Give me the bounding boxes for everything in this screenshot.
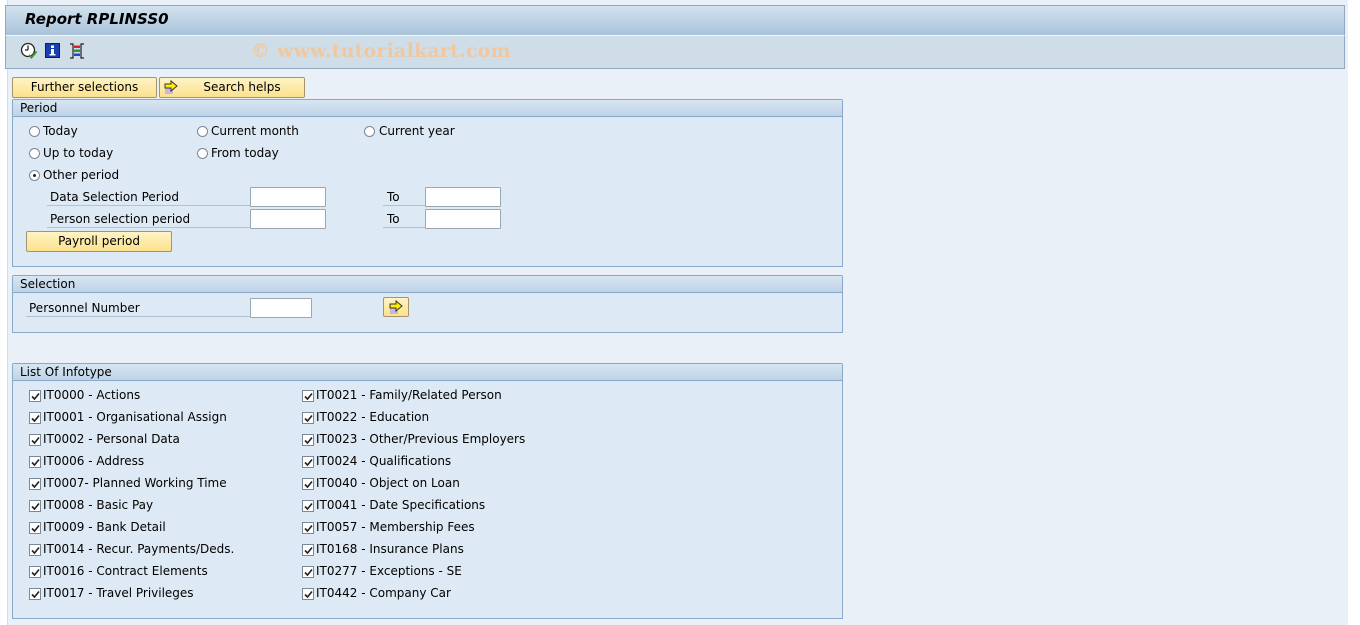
- radio-up-to-today-label: Up to today: [43, 146, 114, 160]
- radio-other-period-label: Other period: [43, 168, 120, 182]
- infotype-label: IT0168 - Insurance Plans: [316, 542, 464, 556]
- data-selection-from-input[interactable]: [250, 187, 326, 207]
- infotype-checkbox[interactable]: [29, 544, 41, 556]
- infotype-checkbox[interactable]: [302, 566, 314, 578]
- payroll-period-label: Payroll period: [58, 234, 140, 248]
- infotype-checkbox[interactable]: [302, 588, 314, 600]
- radio-today[interactable]: [29, 126, 40, 137]
- infotype-label: IT0006 - Address: [43, 454, 145, 468]
- info-icon[interactable]: [44, 42, 62, 60]
- period-group-title: Period: [13, 100, 842, 117]
- infotype-label: IT0009 - Bank Detail: [43, 520, 166, 534]
- radio-other-period[interactable]: [29, 170, 40, 181]
- radio-today-label: Today: [43, 124, 78, 138]
- further-selections-label: Further selections: [30, 80, 139, 94]
- infotype-label: IT0040 - Object on Loan: [316, 476, 460, 490]
- radio-up-to-today[interactable]: [29, 148, 40, 159]
- selection-group: Selection Personnel Number: [12, 275, 843, 333]
- infotype-label: IT0442 - Company Car: [316, 586, 451, 600]
- infotype-checkbox[interactable]: [302, 434, 314, 446]
- infotype-label: IT0041 - Date Specifications: [316, 498, 486, 512]
- payroll-period-button[interactable]: Payroll period: [26, 231, 172, 252]
- infotype-label: IT0057 - Membership Fees: [316, 520, 475, 534]
- infotype-checkbox[interactable]: [29, 478, 41, 490]
- data-selection-to-label: To: [383, 188, 425, 206]
- infotype-checkbox[interactable]: [29, 522, 41, 534]
- data-selection-to-input[interactable]: [425, 187, 501, 207]
- radio-current-month[interactable]: [197, 126, 208, 137]
- period-group: Period Today Current month Current year …: [12, 99, 843, 267]
- personnel-number-label: Personnel Number: [26, 299, 251, 317]
- infotype-checkbox[interactable]: [302, 390, 314, 402]
- personnel-number-input[interactable]: [250, 298, 312, 318]
- selection-options-icon[interactable]: [68, 42, 86, 60]
- infotype-label: IT0024 - Qualifications: [316, 454, 452, 468]
- infotype-checkbox[interactable]: [302, 478, 314, 490]
- radio-current-year[interactable]: [364, 126, 375, 137]
- infotype-group-title: List Of Infotype: [13, 364, 842, 381]
- infotype-label: IT0008 - Basic Pay: [43, 498, 154, 512]
- infotype-checkbox[interactable]: [302, 412, 314, 424]
- infotype-label: IT0023 - Other/Previous Employers: [316, 432, 526, 446]
- infotype-checkbox[interactable]: [29, 500, 41, 512]
- infotype-checkbox[interactable]: [302, 456, 314, 468]
- infotype-checkbox[interactable]: [29, 390, 41, 402]
- infotype-group: List Of Infotype IT0000 - Actions IT0001 …: [12, 363, 843, 619]
- infotype-label: IT0001 - Organisational Assign: [43, 410, 227, 424]
- infotype-label: IT0002 - Personal Data: [43, 432, 180, 446]
- person-selection-from-input[interactable]: [250, 209, 326, 229]
- search-helps-label: Search helps: [203, 80, 281, 94]
- multiple-selection-button[interactable]: [383, 297, 409, 317]
- infotype-checkbox[interactable]: [29, 412, 41, 424]
- infotype-label: IT0017 - Travel Privileges: [43, 586, 194, 600]
- infotype-checkbox[interactable]: [29, 566, 41, 578]
- infotype-label: IT0022 - Education: [316, 410, 430, 424]
- infotype-checkbox[interactable]: [29, 456, 41, 468]
- infotype-checkbox[interactable]: [302, 544, 314, 556]
- radio-current-year-label: Current year: [379, 124, 455, 138]
- further-selections-button[interactable]: Further selections: [12, 77, 157, 98]
- selection-group-title: Selection: [13, 276, 842, 293]
- data-selection-period-label: Data Selection Period: [47, 188, 252, 206]
- infotype-label: IT0021 - Family/Related Person: [316, 388, 502, 402]
- infotype-checkbox[interactable]: [302, 500, 314, 512]
- person-selection-period-label: Person selection period: [47, 210, 252, 228]
- person-selection-to-label: To: [383, 210, 425, 228]
- application-toolbar: © www.tutorialkart.com: [5, 35, 1345, 69]
- page-title: Report RPLINSS0: [25, 10, 169, 28]
- title-bar: Report RPLINSS0: [5, 5, 1345, 35]
- infotype-label: IT0000 - Actions: [43, 388, 141, 402]
- radio-from-today[interactable]: [197, 148, 208, 159]
- radio-current-month-label: Current month: [211, 124, 299, 138]
- infotype-label: IT0016 - Contract Elements: [43, 564, 208, 578]
- infotype-checkbox[interactable]: [29, 434, 41, 446]
- radio-from-today-label: From today: [211, 146, 279, 160]
- search-helps-button[interactable]: Search helps: [159, 77, 305, 98]
- infotype-label: IT0277 - Exceptions - SE: [316, 564, 462, 578]
- multiple-selection-arrow-icon: [388, 299, 404, 318]
- person-selection-to-input[interactable]: [425, 209, 501, 229]
- watermark-text: © www.tutorialkart.com: [251, 40, 511, 62]
- execute-clock-icon[interactable]: [20, 42, 38, 60]
- infotype-label: IT0014 - Recur. Payments/Deds.: [43, 542, 235, 556]
- infotype-checkbox[interactable]: [29, 588, 41, 600]
- arrow-right-icon: [163, 79, 179, 95]
- infotype-checkbox[interactable]: [302, 522, 314, 534]
- infotype-label: IT0007- Planned Working Time: [43, 476, 227, 490]
